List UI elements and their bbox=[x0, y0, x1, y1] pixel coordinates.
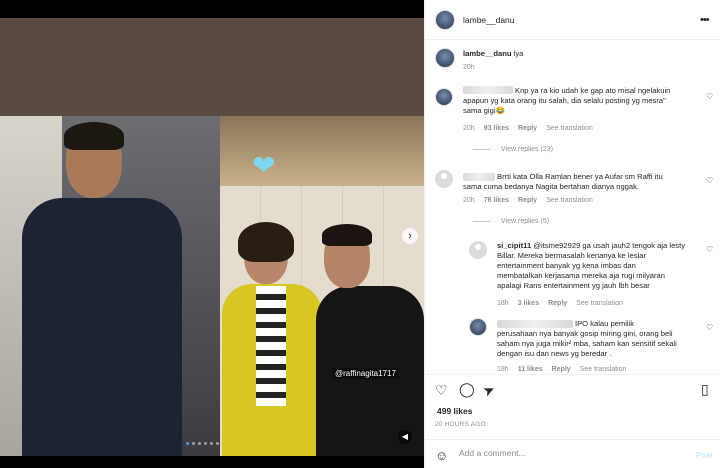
comment-meta: 20h 76 likes Reply See translation bbox=[463, 197, 593, 204]
person-right bbox=[316, 224, 424, 456]
comment-avatar[interactable] bbox=[435, 88, 453, 106]
post-actions: ♡ ◯ ➤ ▯ 499 likes 20 HOURS AGO ☺ Post bbox=[425, 374, 720, 468]
carousel-dot bbox=[210, 442, 213, 445]
carousel-dot bbox=[186, 442, 189, 445]
comment-line: sama gigi😂 bbox=[463, 106, 505, 115]
carousel-dot bbox=[198, 442, 201, 445]
like-icon[interactable]: ♡ bbox=[435, 383, 448, 397]
reply-button[interactable]: Reply bbox=[552, 366, 571, 373]
reply-text: IPO kalau pemilik perusahaan nya banyak … bbox=[497, 319, 707, 359]
post-photo bbox=[0, 116, 424, 456]
see-translation-link[interactable]: See translation bbox=[576, 300, 623, 307]
view-replies-button[interactable]: View replies (23) bbox=[473, 146, 553, 153]
reply-line: saham nya juga mikir² mba, saham kan sen… bbox=[497, 339, 677, 348]
avatar[interactable] bbox=[435, 10, 455, 30]
heart-sticker-icon: ❤ bbox=[252, 150, 276, 181]
carousel-dots bbox=[186, 442, 219, 445]
comment-line: Knp ya ra kio udah ke gap ato misal ngel… bbox=[515, 86, 671, 95]
see-translation-link[interactable]: See translation bbox=[546, 197, 593, 204]
photo-awning bbox=[220, 116, 424, 186]
comment-line: sama cuma bedanya Nagita bertahan dianya… bbox=[463, 182, 640, 191]
caption-username[interactable]: lambe__danu bbox=[463, 49, 512, 58]
carousel-dot bbox=[204, 442, 207, 445]
reply-line: IPO kalau pemilik bbox=[575, 319, 635, 328]
caption-text: lya bbox=[513, 49, 524, 58]
comment-likes[interactable]: 93 likes bbox=[484, 125, 509, 132]
user-tag[interactable]: @raffinagita1717 bbox=[332, 368, 399, 379]
post-header: lambe__danu ••• bbox=[425, 0, 720, 40]
reply-avatar[interactable] bbox=[469, 241, 487, 259]
reply-like-icon[interactable]: ♡ bbox=[706, 323, 713, 332]
media-top-background bbox=[0, 18, 424, 116]
emoji-icon[interactable]: ☺ bbox=[435, 448, 448, 463]
likes-count[interactable]: 499 likes bbox=[437, 406, 472, 416]
reply-line: perusahaan nya banyak gosip miring gini,… bbox=[497, 329, 673, 338]
reply-meta: 18h 3 likes Reply See translation bbox=[497, 300, 623, 307]
post-media[interactable]: ❤ @raffinagita1717 › ◀ bbox=[0, 0, 424, 468]
see-translation-link[interactable]: See translation bbox=[580, 366, 627, 373]
caption-avatar[interactable] bbox=[435, 48, 455, 68]
carousel-dot bbox=[216, 442, 219, 445]
reply-time: 18h bbox=[497, 366, 509, 373]
sound-toggle-icon[interactable]: ◀ bbox=[398, 430, 412, 444]
add-comment-bar: ☺ Post bbox=[425, 439, 720, 468]
comment-meta: 20h 93 likes Reply See translation bbox=[463, 125, 593, 132]
reply-button[interactable]: Reply bbox=[548, 300, 567, 307]
divider bbox=[473, 149, 491, 150]
comment-like-icon[interactable]: ♡ bbox=[706, 176, 713, 185]
reply-line: apalagi Rans entertainment yg jauh lbh b… bbox=[497, 281, 650, 290]
view-replies-label: View replies (23) bbox=[501, 146, 554, 153]
view-replies-label: View replies (5) bbox=[501, 218, 550, 225]
comment-avatar[interactable] bbox=[435, 170, 453, 188]
caption-time: 20h bbox=[463, 64, 475, 71]
reply-likes[interactable]: 3 likes bbox=[518, 300, 539, 307]
see-translation-link[interactable]: See translation bbox=[546, 125, 593, 132]
comment-line: Brrti kata Olla Ramlan bener ya Aufar sm… bbox=[497, 172, 663, 181]
reply-avatar[interactable] bbox=[469, 318, 487, 336]
comment-time: 20h bbox=[463, 125, 475, 132]
reply-button[interactable]: Reply bbox=[518, 125, 537, 132]
reply-line: membatalkan kerjasama mereka aja rugi mi… bbox=[497, 271, 665, 280]
reply-line: entertainment banyak yg kena imbas dan bbox=[497, 261, 636, 270]
reply-username[interactable]: si_cipit11 bbox=[497, 241, 531, 250]
reply-time: 18h bbox=[497, 300, 509, 307]
post-button[interactable]: Post bbox=[696, 450, 713, 460]
comment-likes[interactable]: 76 likes bbox=[484, 197, 509, 204]
reply-line: Billar. Mereka bermasalah kenanya ke les… bbox=[497, 251, 646, 260]
person-woman bbox=[222, 222, 322, 456]
divider bbox=[473, 221, 491, 222]
comment-text: Brrti kata Olla Ramlan bener ya Aufar sm… bbox=[463, 172, 703, 192]
carousel-dot bbox=[192, 442, 195, 445]
reply-meta: 18h 11 likes Reply See translation bbox=[497, 366, 626, 373]
reply-line: @itsme92929 ga usah jauh2 tengok aja les… bbox=[533, 241, 685, 250]
header-username[interactable]: lambe__danu bbox=[463, 15, 515, 25]
more-options-icon[interactable]: ••• bbox=[700, 14, 710, 26]
comment-line: apapun yg kata orang itu salah, dia sela… bbox=[463, 96, 666, 105]
next-slide-button[interactable]: › bbox=[402, 228, 418, 244]
post-timestamp: 20 HOURS AGO bbox=[435, 421, 486, 428]
save-icon[interactable]: ▯ bbox=[701, 382, 709, 396]
caption: lambe__danu lya bbox=[463, 49, 523, 59]
reply-line: dengan isu dan news yg beredar . bbox=[497, 349, 612, 358]
comment-text: Knp ya ra kio udah ke gap ato misal ngel… bbox=[463, 86, 703, 116]
comment-like-icon[interactable]: ♡ bbox=[706, 92, 713, 101]
reply-button[interactable]: Reply bbox=[518, 197, 537, 204]
post-side-panel: lambe__danu ••• lambe__danu lya 20h Knp … bbox=[424, 0, 720, 468]
comments-list[interactable]: lambe__danu lya 20h Knp ya ra kio udah k… bbox=[425, 40, 720, 374]
caption-meta: 20h bbox=[463, 64, 475, 71]
comment-input[interactable] bbox=[459, 448, 679, 458]
share-icon[interactable]: ➤ bbox=[480, 380, 497, 399]
reply-text: si_cipit11 @itsme92929 ga usah jauh2 ten… bbox=[497, 241, 707, 291]
person-left bbox=[22, 122, 182, 456]
comment-time: 20h bbox=[463, 197, 475, 204]
comment-icon[interactable]: ◯ bbox=[459, 382, 475, 396]
reply-likes[interactable]: 11 likes bbox=[518, 366, 543, 373]
view-replies-button[interactable]: View replies (5) bbox=[473, 218, 549, 225]
reply-like-icon[interactable]: ♡ bbox=[706, 245, 713, 254]
